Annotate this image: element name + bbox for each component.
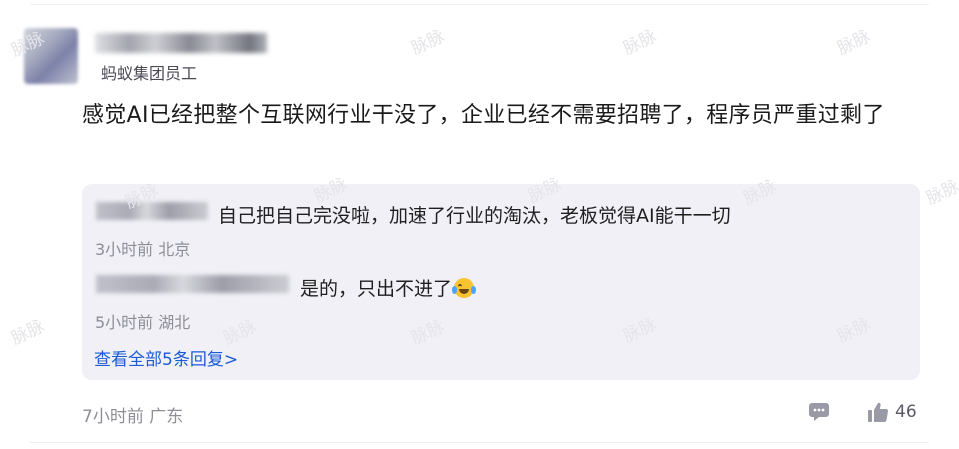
blurred-reply-username[interactable] xyxy=(96,275,289,293)
top-divider xyxy=(30,4,929,5)
post-body: 感觉AI已经把整个互联网行业干没了，企业已经不需要招聘了，程序员严重过剩了 xyxy=(82,103,885,128)
reply-text: 自己把自己完没啦，加速了行业的淘汰，老板觉得AI能干一切 xyxy=(218,205,731,227)
bottom-divider xyxy=(30,442,929,443)
like-count: 46 xyxy=(895,402,917,422)
blurred-username[interactable] xyxy=(95,33,267,53)
crying-laughing-emoji-icon xyxy=(452,278,477,298)
author-company: 蚂蚁集团员工 xyxy=(101,64,198,83)
view-all-replies-link[interactable]: 查看全部5条回复> xyxy=(94,345,238,370)
watermark: 脉脉 xyxy=(923,176,959,210)
blurred-reply-username[interactable] xyxy=(96,202,208,220)
watermark: 脉脉 xyxy=(408,26,448,60)
thumbs-up-icon[interactable] xyxy=(867,401,889,423)
reply-text-content: 是的，只出不进了 xyxy=(300,278,453,300)
avatar[interactable] xyxy=(24,28,78,84)
watermark: 脉脉 xyxy=(8,316,48,350)
watermark: 脉脉 xyxy=(620,26,660,60)
comment-icon[interactable] xyxy=(808,402,830,422)
reply-meta: 3小时前 北京 xyxy=(95,240,191,259)
post-time-location: 7小时前 广东 xyxy=(82,407,184,427)
reply-meta: 5小时前 湖北 xyxy=(95,313,191,332)
reply-text: 是的，只出不进了 xyxy=(300,274,477,301)
watermark: 脉脉 xyxy=(834,26,874,60)
